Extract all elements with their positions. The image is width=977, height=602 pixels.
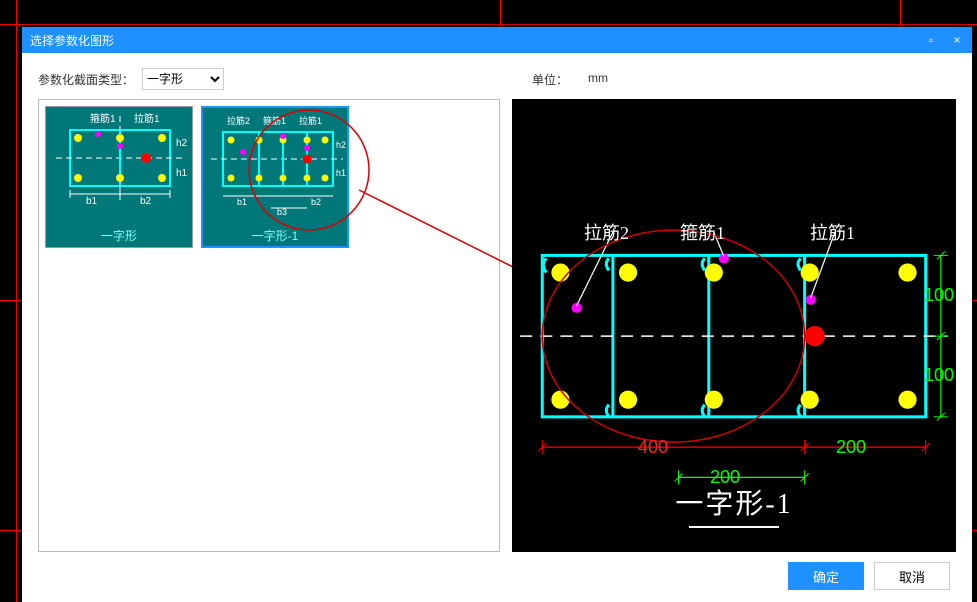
svg-text:b1: b1: [237, 197, 247, 207]
dialog-title: 选择参数化图形: [30, 32, 114, 49]
svg-text:b2: b2: [311, 197, 321, 207]
unit-value: mm: [588, 71, 608, 88]
svg-text:拉筋1: 拉筋1: [299, 115, 322, 126]
section-type-label: 参数化截面类型：: [38, 71, 134, 88]
preview-panel[interactable]: 拉筋2 箍筋1 拉筋1 100 100 400 200 200 一字形-1: [512, 99, 956, 552]
thumb-yizixing-1[interactable]: 拉筋2 箍筋1 拉筋1 b1 b3 b2 h2 h1 一字形-1: [201, 106, 349, 248]
ok-button[interactable]: 确定: [788, 562, 864, 590]
section-type-select[interactable]: 一字形: [142, 68, 224, 90]
label-stirrup: 箍筋1: [680, 219, 725, 245]
dim-h1: 100: [924, 285, 954, 306]
svg-text:b2: b2: [140, 196, 152, 207]
thumb-caption: 一字形: [101, 227, 137, 252]
minimize-button[interactable]: ▫: [924, 33, 938, 47]
svg-text:b1: b1: [86, 196, 98, 207]
button-row: 确定 取消: [38, 558, 956, 594]
titlebar[interactable]: 选择参数化图形 ▫ ×: [22, 27, 972, 53]
svg-text:h1: h1: [176, 168, 188, 179]
close-button[interactable]: ×: [950, 33, 964, 47]
unit-label: 单位：: [532, 71, 568, 88]
thumb-caption: 一字形-1: [252, 227, 299, 252]
cancel-button[interactable]: 取消: [874, 562, 950, 590]
preview-title: 一字形-1: [675, 482, 792, 522]
form-row: 参数化截面类型： 一字形 单位： mm: [38, 65, 956, 93]
svg-text:拉筋1: 拉筋1: [134, 112, 160, 125]
dialog-body: 参数化截面类型： 一字形 单位： mm: [22, 53, 972, 602]
window-controls: ▫ ×: [924, 33, 964, 47]
svg-text:h1: h1: [336, 168, 346, 178]
content-row: 箍筋1 拉筋1 b1 b2 h2 h1 一字形: [38, 99, 956, 552]
label-tie1: 拉筋1: [810, 219, 855, 245]
svg-text:h2: h2: [336, 140, 346, 150]
dim-b2: 200: [836, 437, 866, 458]
svg-text:箍筋1: 箍筋1: [263, 115, 286, 126]
unit-block: 单位： mm: [532, 71, 608, 88]
label-tie2: 拉筋2: [584, 219, 629, 245]
svg-text:箍筋1: 箍筋1: [90, 112, 116, 125]
thumb-mini-1: 箍筋1 拉筋1 b1 b2 h2 h1: [46, 102, 192, 227]
dim-h2: 100: [924, 365, 954, 386]
svg-text:拉筋2: 拉筋2: [227, 115, 250, 126]
dialog-select-parametric: 选择参数化图形 ▫ × 参数化截面类型： 一字形 单位： mm: [22, 27, 972, 602]
thumb-mini-2: 拉筋2 箍筋1 拉筋1 b1 b3 b2 h2 h1: [203, 102, 347, 227]
thumbnail-panel: 箍筋1 拉筋1 b1 b2 h2 h1 一字形: [38, 99, 500, 552]
thumb-yizixing[interactable]: 箍筋1 拉筋1 b1 b2 h2 h1 一字形: [45, 106, 193, 248]
preview-title-underline: [689, 526, 779, 528]
dim-b1: 400: [638, 437, 668, 458]
svg-text:h2: h2: [176, 138, 188, 149]
